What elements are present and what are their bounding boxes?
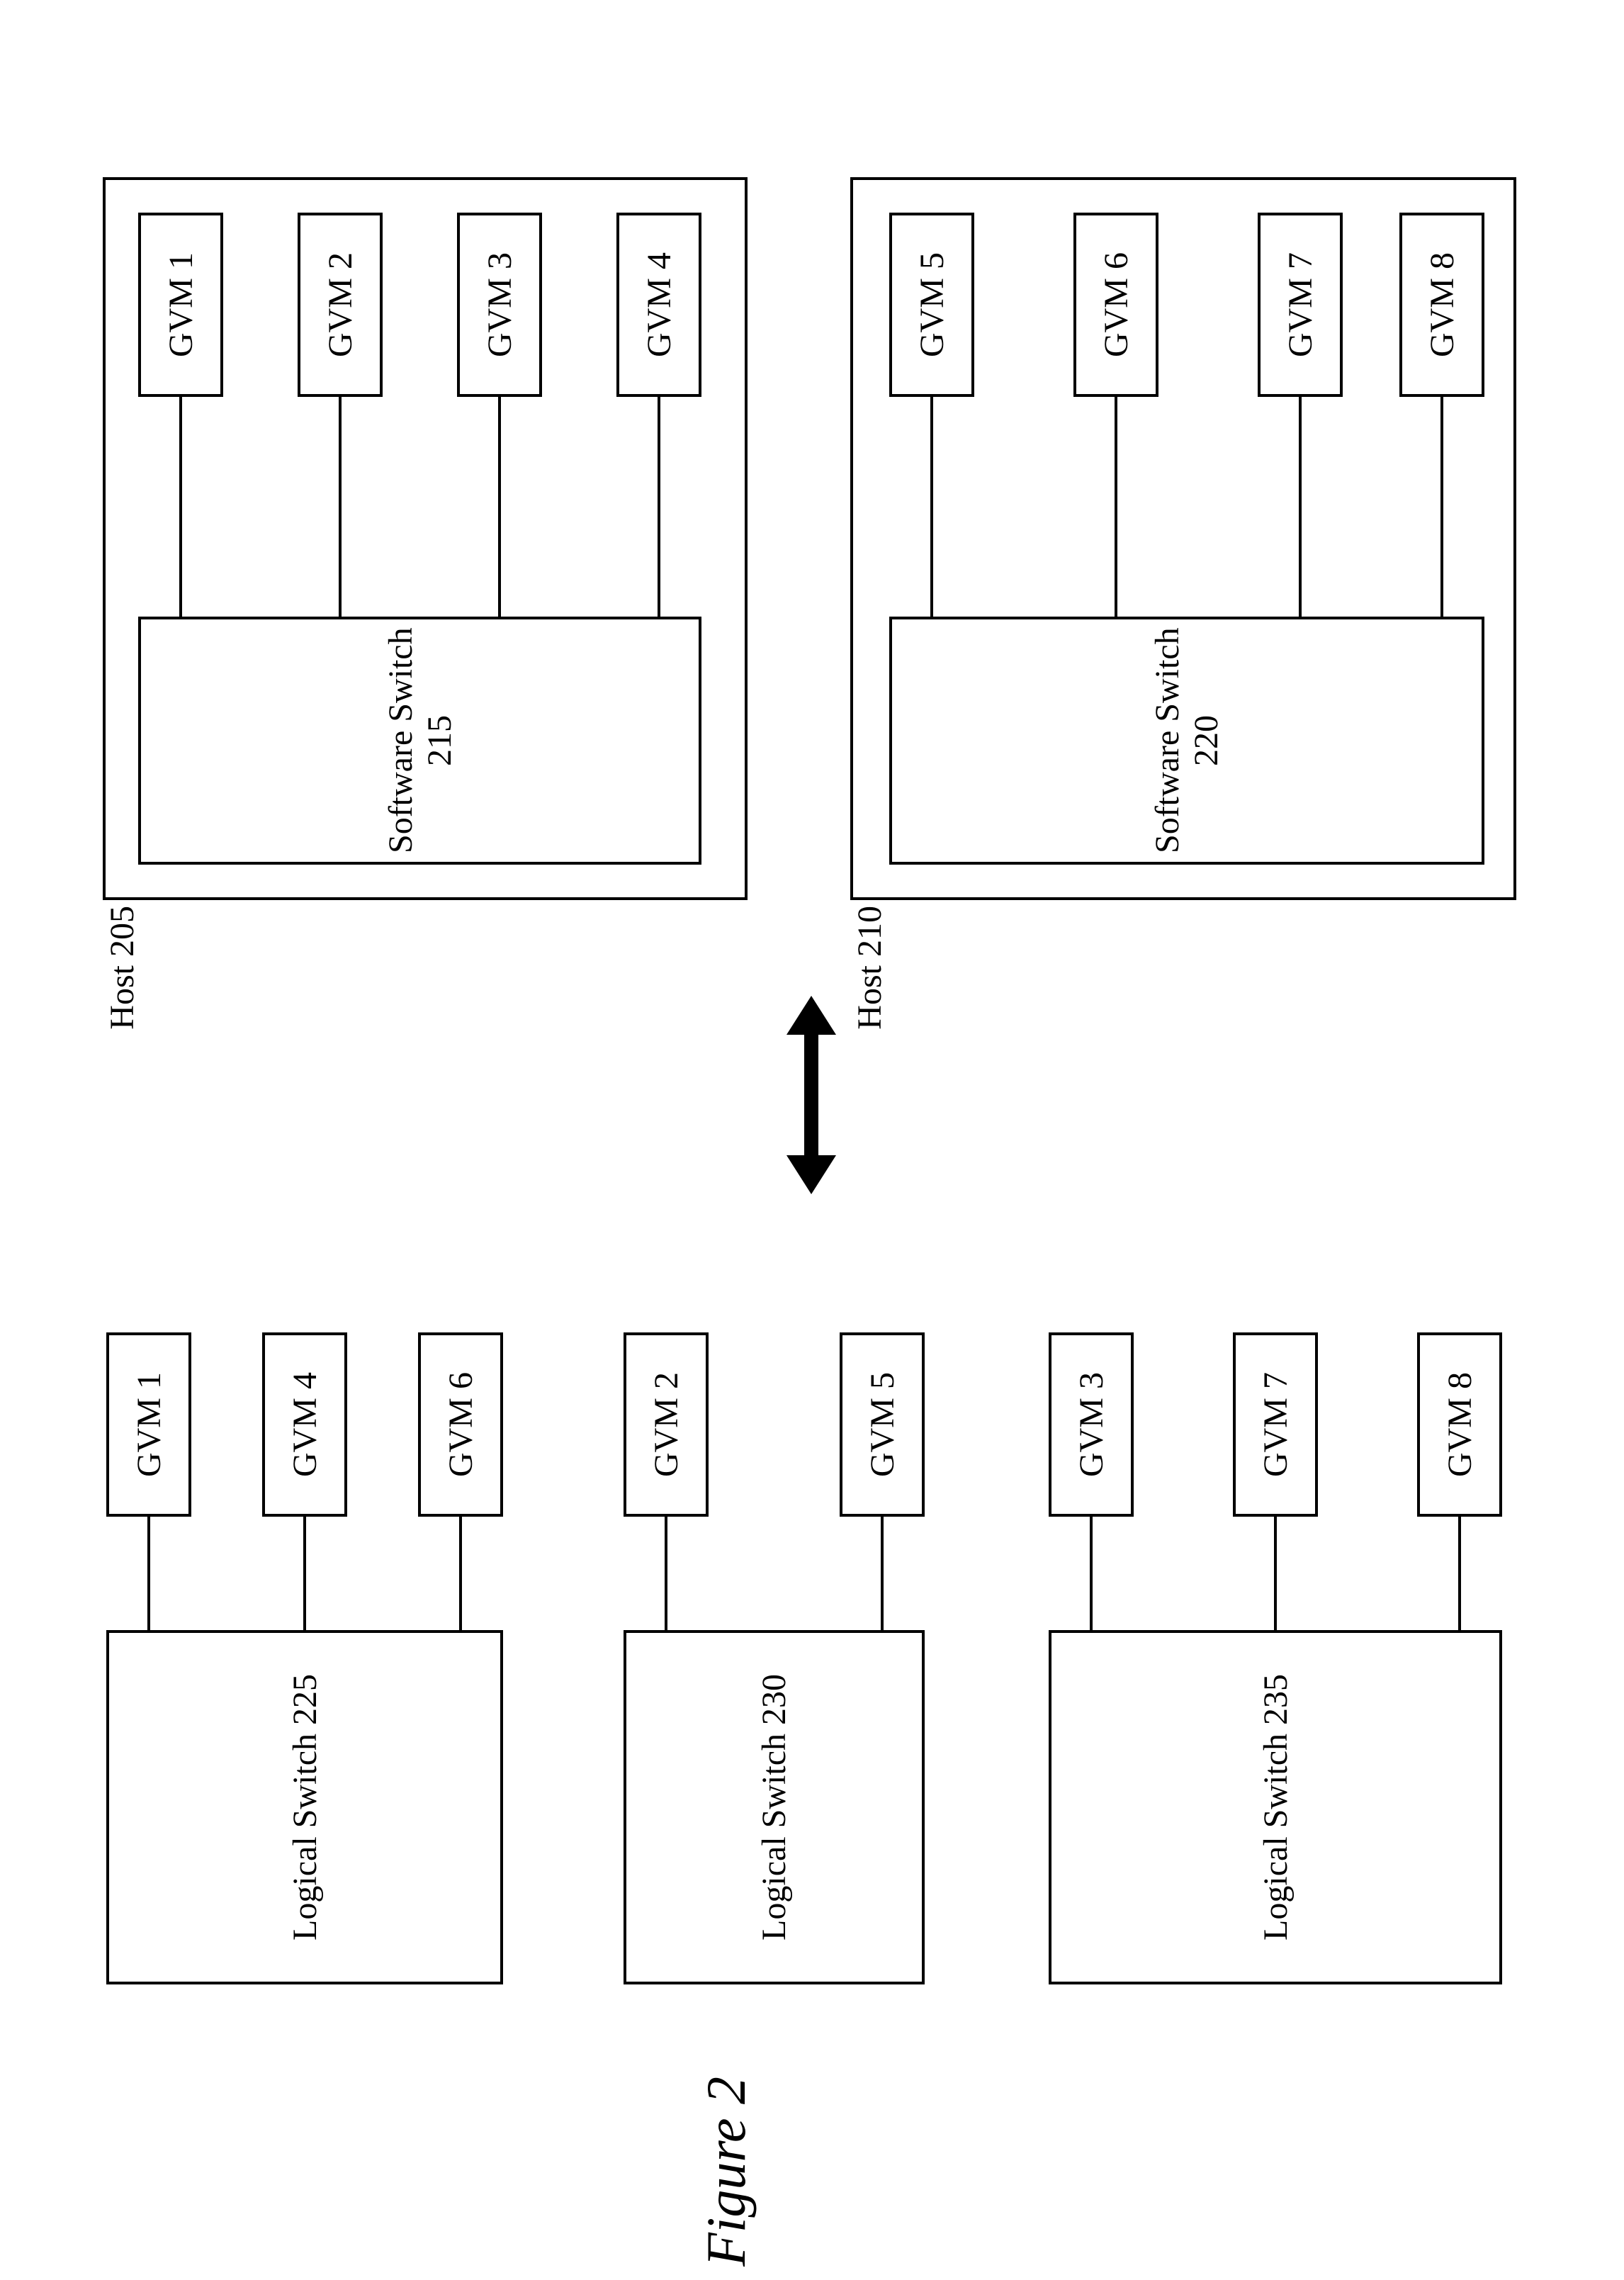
logical-switch-225: Logical Switch 225	[106, 1630, 503, 1984]
gvm-label: GVM 5	[863, 1372, 902, 1477]
gvm-label: GVM 7	[1281, 252, 1320, 357]
gvm-label: GVM 3	[1072, 1372, 1111, 1477]
gvm-box: GVM 7	[1233, 1332, 1318, 1517]
host-210-label: Host 210	[850, 906, 928, 1038]
host-205-label-text: Host 205	[103, 906, 142, 1030]
gvm-label: GVM 5	[913, 252, 952, 357]
gvm-label: GVM 2	[321, 252, 360, 357]
gvm-label: GVM 4	[286, 1372, 325, 1477]
gvm-label: GVM 3	[480, 252, 519, 357]
gvm-box: GVM 7	[1258, 213, 1343, 397]
software-switch-label: Software Switch 220	[1148, 619, 1226, 862]
gvm-box: GVM 4	[616, 213, 701, 397]
logical-switch-label: Logical Switch 235	[1256, 1674, 1295, 1941]
connector	[303, 1517, 306, 1630]
connector	[1090, 1517, 1093, 1630]
connector	[658, 397, 660, 617]
connector	[1274, 1517, 1277, 1630]
gvm-label: GVM 4	[640, 252, 679, 357]
software-switch-215: Software Switch 215	[138, 617, 701, 865]
host-210-label-text: Host 210	[850, 906, 889, 1030]
connector	[459, 1517, 462, 1630]
connector	[930, 397, 933, 617]
gvm-box: GVM 5	[889, 213, 974, 397]
connector	[881, 1517, 884, 1630]
connector	[179, 397, 182, 617]
connector	[339, 397, 342, 617]
connector	[1299, 397, 1302, 617]
gvm-label: GVM 7	[1256, 1372, 1295, 1477]
gvm-box: GVM 2	[298, 213, 383, 397]
figure-caption: Figure 2	[694, 2077, 822, 2280]
page: Host 205 GVM 1 GVM 2 GVM 3 GVM 4 Softwar…	[0, 0, 1624, 2267]
figure-caption-text: Figure 2	[694, 2077, 758, 2267]
software-switch-220: Software Switch 220	[889, 617, 1484, 865]
gvm-box: GVM 1	[106, 1332, 191, 1517]
logical-switch-230: Logical Switch 230	[624, 1630, 925, 1984]
host-205-label: Host 205	[103, 906, 181, 1038]
connector	[498, 397, 501, 617]
connector	[1458, 1517, 1461, 1630]
double-arrow-icon	[786, 996, 836, 1194]
gvm-box: GVM 3	[457, 213, 542, 397]
connector	[1115, 397, 1117, 617]
gvm-box: GVM 6	[418, 1332, 503, 1517]
gvm-box: GVM 4	[262, 1332, 347, 1517]
gvm-box: GVM 8	[1399, 213, 1484, 397]
logical-switch-label: Logical Switch 225	[286, 1674, 325, 1941]
software-switch-label: Software Switch 215	[381, 619, 459, 862]
gvm-box: GVM 8	[1417, 1332, 1502, 1517]
gvm-label: GVM 1	[162, 252, 201, 357]
gvm-box: GVM 6	[1073, 213, 1158, 397]
gvm-label: GVM 1	[130, 1372, 169, 1477]
gvm-box: GVM 5	[840, 1332, 925, 1517]
gvm-label: GVM 8	[1440, 1372, 1479, 1477]
connector	[147, 1517, 150, 1630]
gvm-label: GVM 8	[1423, 252, 1462, 357]
logical-switch-label: Logical Switch 230	[755, 1674, 794, 1941]
gvm-box: GVM 3	[1049, 1332, 1134, 1517]
gvm-box: GVM 2	[624, 1332, 709, 1517]
gvm-label: GVM 6	[1097, 252, 1136, 357]
gvm-box: GVM 1	[138, 213, 223, 397]
logical-switch-235: Logical Switch 235	[1049, 1630, 1502, 1984]
connector	[1440, 397, 1443, 617]
gvm-label: GVM 6	[441, 1372, 480, 1477]
gvm-label: GVM 2	[647, 1372, 686, 1477]
connector	[665, 1517, 667, 1630]
